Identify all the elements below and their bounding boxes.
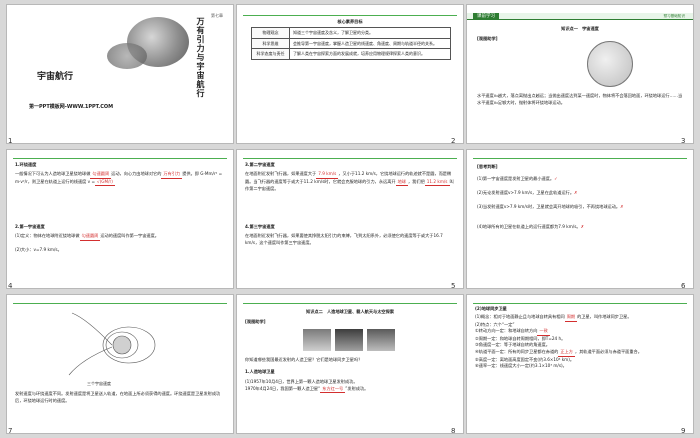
answer-blank: 正上方 (558, 349, 575, 357)
slide-number-1: 1 (8, 137, 13, 145)
judgment-mark: ✗ (574, 190, 578, 195)
header-line (243, 158, 457, 159)
answer-blank: 7.9 km/s (316, 171, 339, 179)
judgment-item: (3)当发射速度v>7.9 km/s时，卫星就会离开地球的吸引，不再绕地球运动。… (477, 204, 624, 209)
heading: 2.第一宇宙速度 (15, 224, 45, 229)
header-line (13, 303, 227, 304)
header-line (13, 158, 227, 159)
satellite-photo (303, 329, 331, 351)
paragraph: (2)大小：v=7.9 km/s。 (15, 247, 62, 252)
watermark-text: 第一PPT模板网-WWW.1PPT.COM (29, 104, 114, 110)
diagram-caption: 三个宇宙速度 (87, 381, 111, 386)
slide-title: 宇宙航行 (37, 72, 74, 82)
header-line (243, 15, 457, 16)
chapter-tag: 第七章 (211, 13, 223, 18)
knowledge-title: 知识点一 宇宙速度 (561, 26, 599, 31)
paragraph: 一般情况下可认为人造地球卫星绕地球做 匀速圆周 运动，向心力由地球对它的 万有引力 提供… (15, 171, 227, 187)
judgment-item: (1)第一宇宙速度是发射卫星的最小速度。✓ (477, 176, 558, 181)
slide-number-7: 7 (8, 427, 13, 435)
judgment-mark: ✗ (620, 204, 624, 209)
slide-number-5: 5 (451, 282, 456, 290)
lesson-header-right: 预习基础知识 (663, 14, 685, 18)
paragraph: 在地面附近发射飞行器，如果速度大于 7.9 km/s ，又小于11.2 km/s，它… (245, 171, 454, 192)
slide-thumbnail-7[interactable]: 三个宇宙速度 发射速度与环绕速度不同。发射速度是将卫星送入轨道，在地面上所必须获… (6, 294, 234, 434)
slide-thumbnail-9[interactable]: (2)地球同步卫星 (1)概念：相对于地面静止且与地球自转具有相同 周期 的卫星，叫… (466, 294, 694, 434)
slide-sorter-grid: 宇宙航行 万有引力与宇宙航行 第七章 第一PPT模板网-WWW.1PPT.COM… (0, 0, 700, 438)
answer-blank: 一致 (537, 328, 550, 336)
objectives-table: 物理观念 知道三个宇宙速度及含义，了解卫星的分类。 科学思维 会推导第一宇宙速度，掌… (251, 27, 451, 60)
answer-blank: 万有引力 (161, 171, 183, 179)
lesson-header-bar (467, 13, 693, 20)
judgment-item: (2)无论发射速度v>7.9 km/s，卫星在此轨道运行。✗ (477, 190, 578, 195)
judgment-item: (4)地球所有的卫星在轨道上的运行速度都为7.9 km/s。✗ (477, 224, 585, 229)
answer-blank: 东方红一号 (320, 386, 346, 394)
paragraph: (1)1957年10月4日，世界上第一颗人造地球卫星发射成功。 1970年4月24… (245, 379, 457, 394)
slide-thumbnail-4[interactable]: 1.环绕速度 一般情况下可认为人造地球卫星绕地球做 匀速圆周 运动，向心力由地球对它… (6, 149, 234, 289)
heading: 4.第三宇宙速度 (245, 224, 275, 229)
section-label: [思考判断] (477, 164, 498, 169)
answer-blank: 11.2 km/s (424, 179, 450, 187)
slide-thumbnail-3[interactable]: 课前学习 预习基础知识 知识点一 宇宙速度 [观图助学] 水平速度v₀越大，落点… (466, 4, 694, 144)
knowledge-title: 知识点二 人造地球卫星、载人航天与太空探索 (306, 309, 394, 314)
slide-thumbnail-5[interactable]: 3.第二宇宙速度 在地面附近发射飞行器，如果速度大于 7.9 km/s ，又小于11… (236, 149, 464, 289)
header-line (243, 303, 457, 304)
judgment-mark: ✗ (580, 224, 585, 229)
slide-number-3: 3 (681, 137, 686, 145)
answer-blank: 周期 (564, 314, 578, 322)
answer-blank: 匀速圆周 (90, 171, 112, 179)
heading: (2)地球同步卫星 (475, 306, 507, 311)
section-label: [观图助学] (477, 36, 498, 41)
satellite-photo (367, 329, 395, 351)
cosmic-velocity-diagram (68, 312, 156, 376)
header-line (473, 303, 687, 304)
section-label: [观图助学] (245, 319, 266, 324)
table-row: 科学思维 会推导第一宇宙速度，掌握人造卫星的线速度、角速度、周期与轨道半径的关系。 (251, 37, 451, 49)
slide-number-8: 8 (451, 427, 456, 435)
formula-answer: √(GM/r) (94, 179, 115, 187)
heading: 1.人造地球卫星 (245, 369, 275, 374)
judgment-mark: ✓ (554, 176, 558, 181)
slide-thumbnail-2[interactable]: 核心素养目标 物理观念 知道三个宇宙速度及含义，了解卫星的分类。 科学思维 会推导第… (236, 4, 464, 144)
answer-blank: 匀速圆周 (79, 233, 101, 241)
table-row: 物理观念 知道三个宇宙速度及含义，了解卫星的分类。 (251, 27, 451, 39)
earth-diagram (587, 41, 633, 87)
question-text: 你知道哪些我国最近发射的人造卫星？它们是地球同步卫星吗？ (245, 357, 363, 362)
paragraph: 在地面附近发射飞行器，如果要使其挣脱太阳引力的束缚，飞到太阳系外，必须使它的速度… (245, 233, 443, 245)
body-text: 水平速度v₀越大，落点离抛出点越远；当抛出速度达到某一速度时，物体将不会落回地面… (477, 93, 683, 105)
paragraph: (1)定义：物体在地球附近绕地球做 匀速圆周 运动的速度叫作第一宇宙速度。 (15, 233, 227, 241)
lesson-header: 课前学习 (473, 13, 499, 20)
slide-number-6: 6 (681, 282, 686, 290)
paragraph: 发射速度与环绕速度不同。发射速度是将卫星送入轨道，在地面上所必须获得的速度。环绕… (15, 391, 221, 403)
slide-number-9: 9 (681, 427, 686, 435)
slide-number-2: 2 (451, 137, 456, 145)
slide-number-4: 4 (8, 282, 13, 290)
satellite-photo (335, 329, 363, 351)
slide-thumbnail-1[interactable]: 宇宙航行 万有引力与宇宙航行 第七章 第一PPT模板网-WWW.1PPT.COM (6, 4, 234, 144)
answer-blank: 地球 (395, 179, 408, 187)
heading: 3.第二宇宙速度 (245, 162, 275, 167)
slide-thumbnail-8[interactable]: 知识点二 人造地球卫星、载人航天与太空探索 [观图助学] 你知道哪些我国最近发射… (236, 294, 464, 434)
header-line (473, 158, 687, 159)
vertical-title: 万有引力与宇宙航行 (196, 17, 205, 98)
table-title: 核心素养目标 (337, 19, 363, 24)
heading: 1.环绕速度 (15, 162, 37, 167)
cover-image-cloud (107, 43, 147, 69)
table-row: 科学态度与责任 了解人类在宇宙探索方面的发展成就，培养应用物理规律探索人类的意识。 (251, 48, 451, 60)
slide-thumbnail-6[interactable]: [思考判断] (1)第一宇宙速度是发射卫星的最小速度。✓ (2)无论发射速度v>… (466, 149, 694, 289)
paragraph: (1)概念：相对于地面静止且与地球自转具有相同 周期 的卫星，叫作地球同步卫星。 (… (475, 314, 642, 369)
